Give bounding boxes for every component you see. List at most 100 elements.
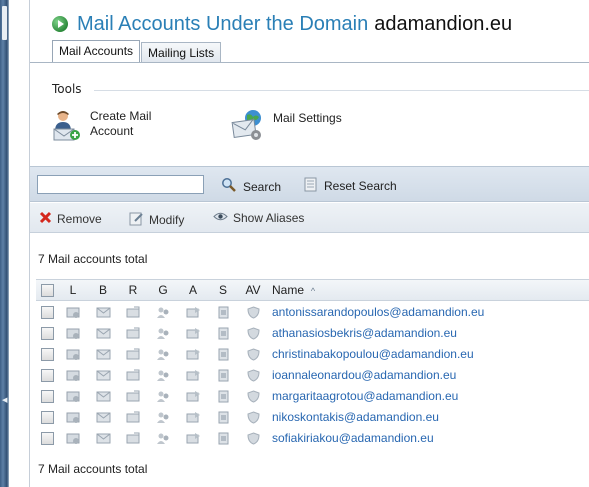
select-all-checkbox[interactable] [40,284,54,297]
mailbox-b-icon[interactable] [88,347,118,361]
search-button[interactable]: Search [221,177,281,196]
main-panel: Mail Accounts Under the Domain adamandio… [29,0,589,487]
group-g-icon[interactable] [148,347,178,361]
spam-s-icon[interactable] [208,368,238,382]
mailbox-l-icon[interactable] [58,368,88,382]
autoresponder-a-icon[interactable] [178,326,208,340]
mailbox-l-icon[interactable] [58,305,88,319]
autoresponder-a-icon[interactable] [178,305,208,319]
table-row[interactable]: nikoskontakis@adamandion.eu [36,406,589,427]
mailbox-r-icon[interactable] [118,389,148,403]
account-email-link[interactable]: athanasiosbekris@adamandion.eu [272,326,457,340]
spam-s-icon[interactable] [208,410,238,424]
antivirus-av-icon[interactable] [238,305,268,319]
table-header: L B R G A S AV Name ^ [36,279,589,301]
column-header-l[interactable]: L [58,283,88,297]
mailbox-b-icon[interactable] [88,368,118,382]
column-header-r[interactable]: R [118,283,148,297]
group-g-icon[interactable] [148,326,178,340]
account-email-link[interactable]: sofiakiriakou@adamandion.eu [272,431,434,445]
collapse-arrow-icon[interactable]: ◀ [2,396,7,404]
account-email-link[interactable]: margaritaagrotou@adamandion.eu [272,389,458,403]
mailbox-b-icon[interactable] [88,305,118,319]
show-aliases-label: Show Aliases [233,211,305,225]
table-row[interactable]: athanasiosbekris@adamandion.eu [36,322,589,343]
table-row[interactable]: antonissarandopoulos@adamandion.eu [36,301,589,322]
antivirus-av-icon[interactable] [238,410,268,424]
mailbox-r-icon[interactable] [118,431,148,445]
group-g-icon[interactable] [148,368,178,382]
row-checkbox[interactable] [40,305,54,319]
column-header-av[interactable]: AV [238,283,268,297]
create-mail-account-button[interactable]: Create Mail Account [52,109,151,141]
column-header-g[interactable]: G [148,283,178,297]
row-checkbox[interactable] [40,347,54,361]
column-header-a[interactable]: A [178,283,208,297]
column-header-name[interactable]: Name ^ [268,283,589,297]
mailbox-r-icon[interactable] [118,368,148,382]
group-g-icon[interactable] [148,305,178,319]
spam-s-icon[interactable] [208,305,238,319]
mailbox-l-icon[interactable] [58,347,88,361]
modify-button[interactable]: Modify [129,211,184,229]
autoresponder-a-icon[interactable] [178,368,208,382]
table-row[interactable]: ioannaleonardou@adamandion.eu [36,364,589,385]
spam-s-icon[interactable] [208,326,238,340]
mailbox-r-icon[interactable] [118,410,148,424]
spam-s-icon[interactable] [208,389,238,403]
mail-settings-button[interactable]: Mail Settings [231,109,342,140]
antivirus-av-icon[interactable] [238,326,268,340]
row-checkbox[interactable] [40,368,54,382]
reset-search-button[interactable]: Reset Search [304,177,397,195]
mailbox-l-icon[interactable] [58,389,88,403]
group-g-icon[interactable] [148,431,178,445]
column-header-s[interactable]: S [208,283,238,297]
mailbox-r-icon[interactable] [118,326,148,340]
search-input[interactable] [37,175,204,194]
antivirus-av-icon[interactable] [238,347,268,361]
account-email-link[interactable]: antonissarandopoulos@adamandion.eu [272,305,484,319]
account-email-link[interactable]: christinabakopoulou@adamandion.eu [272,347,474,361]
remove-button[interactable]: Remove [39,211,102,227]
autoresponder-a-icon[interactable] [178,389,208,403]
column-header-s-label: S [218,283,227,297]
row-checkbox[interactable] [40,389,54,403]
remove-icon [39,211,52,227]
mailbox-l-icon[interactable] [58,431,88,445]
antivirus-av-icon[interactable] [238,368,268,382]
row-checkbox[interactable] [40,410,54,424]
mailbox-l-icon[interactable] [58,410,88,424]
group-g-icon[interactable] [148,389,178,403]
row-checkbox[interactable] [40,326,54,340]
tab-mailing-lists[interactable]: Mailing Lists [141,42,222,62]
mailbox-b-icon[interactable] [88,326,118,340]
antivirus-av-icon[interactable] [238,431,268,445]
table-row[interactable]: margaritaagrotou@adamandion.eu [36,385,589,406]
column-header-name-label: Name [272,283,305,297]
mailbox-b-icon[interactable] [88,431,118,445]
tools-section-label: Tools [52,82,82,96]
show-aliases-button[interactable]: Show Aliases [213,211,304,225]
name-cell: christinabakopoulou@adamandion.eu [268,347,589,361]
accounts-total-top: 7 Mail accounts total [38,252,148,266]
mailbox-b-icon[interactable] [88,389,118,403]
mailbox-r-icon[interactable] [118,347,148,361]
account-email-link[interactable]: nikoskontakis@adamandion.eu [272,410,439,424]
account-email-link[interactable]: ioannaleonardou@adamandion.eu [272,368,456,382]
autoresponder-a-icon[interactable] [178,431,208,445]
mailbox-l-icon[interactable] [58,326,88,340]
autoresponder-a-icon[interactable] [178,410,208,424]
spam-s-icon[interactable] [208,347,238,361]
antivirus-av-icon[interactable] [238,389,268,403]
row-checkbox[interactable] [40,431,54,445]
tab-bar: Mail Accounts Mailing Lists [52,40,222,62]
tab-mail-accounts[interactable]: Mail Accounts [52,40,141,62]
mailbox-b-icon[interactable] [88,410,118,424]
spam-s-icon[interactable] [208,431,238,445]
mailbox-r-icon[interactable] [118,305,148,319]
autoresponder-a-icon[interactable] [178,347,208,361]
group-g-icon[interactable] [148,410,178,424]
table-row[interactable]: christinabakopoulou@adamandion.eu [36,343,589,364]
column-header-b[interactable]: B [88,283,118,297]
table-row[interactable]: sofiakiriakou@adamandion.eu [36,427,589,448]
